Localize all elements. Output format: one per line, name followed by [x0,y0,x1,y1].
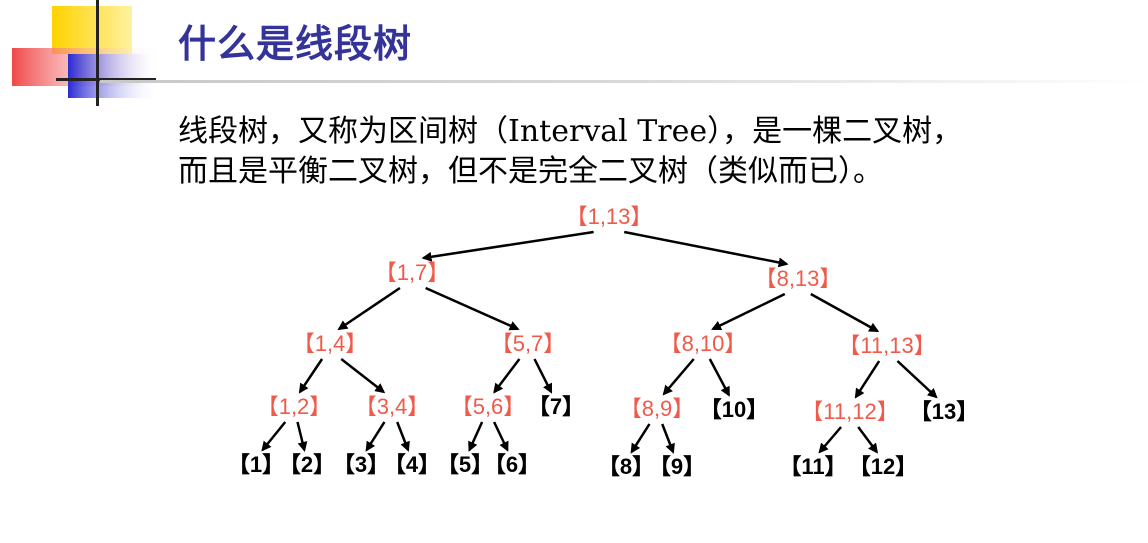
tree-node-n8_13: 【8,13】 [755,266,842,291]
tree-node-n1: 【1】 [228,452,284,477]
tree-node-n3_4: 【3,4】 [355,394,430,419]
tree-edge-n1_7-n5_7 [425,286,520,331]
tree-node-n11: 【11】 [779,454,846,479]
tree-node-n11_12: 【11,12】 [801,399,898,424]
tree-node-n8_9: 【8,9】 [620,396,695,421]
tree-edge-n11_13-n13 [896,360,938,399]
tree-node-n8: 【8】 [598,454,654,479]
tree-node-n10: 【10】 [700,397,768,422]
tree-node-n1_4: 【1,4】 [293,331,368,356]
tree-edge-n1_7-n1_4 [337,286,401,331]
tree-edge-n1_13-n8_13 [623,230,789,268]
tree-edge-n1_4-n1_2 [298,358,324,394]
tree-edge-n8_13-n11_13 [810,292,880,333]
tree-edge-n11_12-n12 [857,426,879,454]
tree-node-n6: 【6】 [484,452,540,477]
tree-node-n13: 【13】 [910,399,978,424]
tree-node-n4: 【4】 [384,452,440,477]
tree-edge-n8_9-n8 [630,423,651,454]
tree-edge-n8_13-n8_10 [711,292,786,331]
tree-node-n1_13: 【1,13】 [566,204,653,229]
tree-edge-n8_10-n10 [708,358,731,397]
tree-edge-n11_12-n11 [818,426,843,454]
tree-edge-n3_4-n4 [396,421,410,452]
tree-node-n5_7: 【5,7】 [491,331,566,356]
tree-edge-n1_2-n1 [261,421,287,452]
tree-edge-n8_10-n8_9 [662,358,695,396]
tree-node-n1_2: 【1,2】 [257,394,332,419]
tree-edge-n5_6-n6 [492,421,509,452]
tree-node-n3: 【3】 [333,452,389,477]
tree-edge-n8_9-n9 [661,423,675,454]
tree-edge-n1_4-n3_4 [340,358,386,394]
segment-tree-diagram: 【1,13】【1,7】 【8,13】【1,4】 【5,7】 【8,10】 【11,13】… [228,204,978,479]
tree-edge-n5_6-n5 [468,421,484,452]
tree-node-n5_6: 【5,6】 [451,394,526,419]
tree-edge-n5_7-n7 [533,358,553,394]
tree-node-n8_10: 【8,10】 [660,331,747,356]
tree-node-n7: 【7】 [528,394,584,419]
tree-node-n9: 【9】 [649,454,705,479]
tree-node-n2: 【2】 [279,452,335,477]
tree-edge-n3_4-n3 [365,421,386,452]
tree-edge-n5_7-n5_6 [493,358,521,394]
tree-edge-n1_2-n2 [296,421,308,452]
tree-node-n12: 【12】 [849,454,917,479]
tree-edge-n1_13-n1_7 [421,230,594,262]
tree-node-n1_7: 【1,7】 [375,260,450,285]
tree-edge-n11_13-n11_12 [854,360,881,399]
tree-node-n11_13: 【11,13】 [838,333,935,358]
